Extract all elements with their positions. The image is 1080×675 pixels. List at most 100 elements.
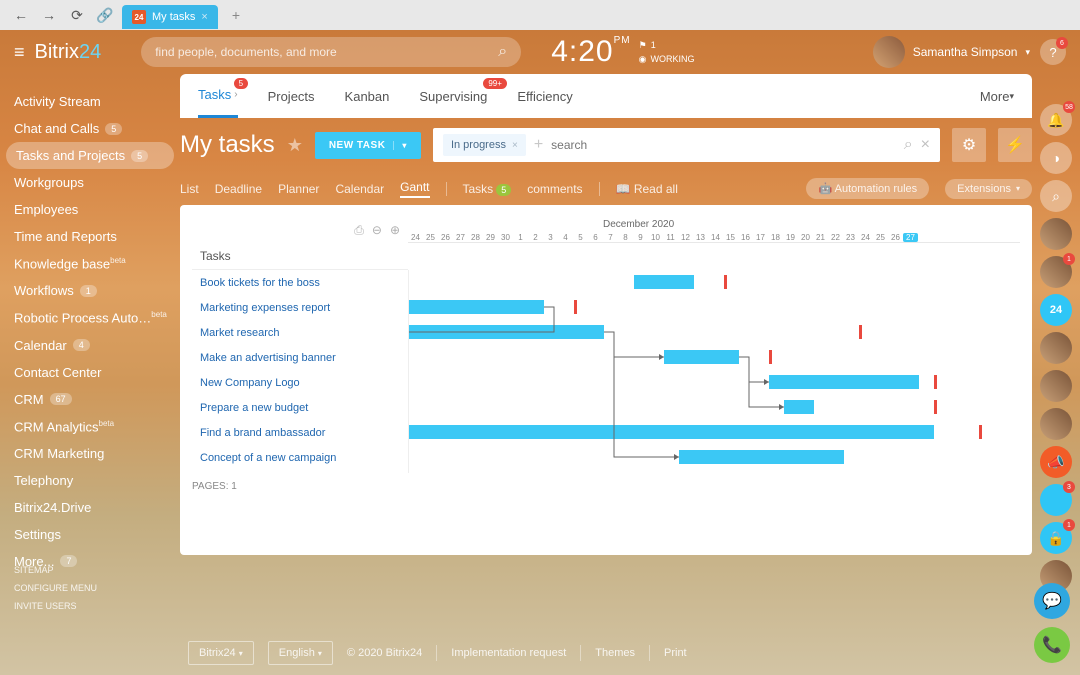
rail-contact-1[interactable] [1040, 218, 1072, 250]
new-task-button[interactable]: NEW TASK ▾ [315, 132, 421, 159]
clock-widget[interactable]: 4:20PM ⚑ 1 ◉ WORKING [551, 35, 694, 69]
clock-time: 4:20PM [551, 35, 630, 69]
day-cell: 7 [603, 233, 618, 242]
sidebar-item[interactable]: Settings [0, 521, 180, 548]
comments-filter[interactable]: comments [527, 182, 582, 196]
footer-language[interactable]: English ▾ [268, 641, 333, 665]
tab-close-icon[interactable]: × [201, 11, 207, 23]
new-tab-icon[interactable]: + [232, 7, 240, 23]
footer-link[interactable]: Print [664, 647, 687, 659]
extensions-button[interactable]: Extensions ▾ [945, 179, 1032, 199]
rail-chat-icon[interactable]: ◑ [1040, 142, 1072, 174]
task-row[interactable]: Marketing expenses report [192, 295, 408, 320]
day-cell: 12 [678, 233, 693, 242]
view-tab[interactable]: Gantt [400, 180, 429, 198]
zoom-in-icon[interactable]: ⊕ [390, 223, 400, 238]
footer-brand[interactable]: Bitrix24 ▾ [188, 641, 254, 665]
rail-search-icon[interactable]: ⌕ [1040, 180, 1072, 212]
task-row[interactable]: Make an advertising banner [192, 345, 408, 370]
rail-contact-4[interactable] [1040, 370, 1072, 402]
footer-link[interactable]: Themes [595, 647, 635, 659]
sidebar-footer-link[interactable]: INVITE USERS [14, 597, 97, 615]
filter-search-input[interactable] [551, 138, 896, 152]
day-cell: 30 [498, 233, 513, 242]
sidebar-item[interactable]: Contact Center [0, 359, 180, 386]
sidebar-item[interactable]: Knowledge basebeta [0, 250, 180, 277]
sidebar-item[interactable]: Time and Reports [0, 223, 180, 250]
zoom-out-icon[interactable]: ⊖ [372, 223, 382, 238]
sidebar-item[interactable]: Employees [0, 196, 180, 223]
chat-fab[interactable]: 💬 [1034, 583, 1070, 619]
hamburger-icon[interactable]: ≡ [14, 42, 25, 63]
section-tab[interactable]: Tasks›5 [198, 74, 238, 118]
footer-link[interactable]: Implementation request [451, 647, 566, 659]
view-tab[interactable]: Deadline [215, 182, 262, 196]
day-cell: 22 [828, 233, 843, 242]
print-icon[interactable]: ⎙ [354, 223, 364, 238]
user-menu[interactable]: Samantha Simpson ▾ [873, 36, 1030, 68]
section-tab[interactable]: Kanban [345, 74, 390, 118]
page-footer: Bitrix24 ▾ English ▾ © 2020 Bitrix24 Imp… [180, 631, 1032, 675]
global-search[interactable]: ⌕ [141, 37, 521, 67]
rail-lock-icon[interactable]: 🔒1 [1040, 522, 1072, 554]
chip-remove-icon[interactable]: × [512, 140, 518, 151]
sidebar-footer-link[interactable]: SITEMAP [14, 561, 97, 579]
sidebar-item[interactable]: CRM Marketing [0, 440, 180, 467]
new-task-dropdown-icon[interactable]: ▾ [393, 141, 407, 150]
search-icon[interactable]: ⌕ [498, 43, 507, 61]
gantt-chart[interactable] [408, 270, 1020, 473]
clear-filter-icon[interactable]: × [921, 136, 930, 154]
tabs-more[interactable]: More ▾ [980, 74, 1014, 118]
task-row[interactable]: Concept of a new campaign [192, 445, 408, 470]
day-cell: 26 [438, 233, 453, 242]
global-search-input[interactable] [155, 45, 498, 59]
task-row[interactable]: Find a brand ambassador [192, 420, 408, 445]
tasks-filter[interactable]: Tasks5 [463, 182, 512, 196]
automation-rules-button[interactable]: 🤖 Automation rules [806, 178, 929, 199]
rail-contact-5[interactable] [1040, 408, 1072, 440]
search-icon[interactable]: ⌕ [904, 136, 913, 154]
sidebar-item[interactable]: Workflows1 [0, 277, 180, 304]
bolt-button[interactable]: ⚡ [998, 128, 1032, 162]
help-button[interactable]: ?6 [1040, 39, 1066, 65]
browser-tab[interactable]: 24 My tasks × [122, 5, 218, 29]
section-tab[interactable]: Efficiency [517, 74, 572, 118]
view-tab[interactable]: List [180, 182, 199, 196]
task-row[interactable]: Prepare a new budget [192, 395, 408, 420]
sidebar-item[interactable]: Calendar4 [0, 332, 180, 359]
section-tab[interactable]: Supervising99+ [419, 74, 487, 118]
sidebar-footer-link[interactable]: CONFIGURE MENU [14, 579, 97, 597]
rail-24-icon[interactable]: 24 [1040, 294, 1072, 326]
link-icon[interactable]: 🔗 [94, 4, 116, 26]
sidebar-item[interactable]: CRM67 [0, 386, 180, 413]
settings-button[interactable]: ⚙ [952, 128, 986, 162]
sidebar-item[interactable]: Telephony [0, 467, 180, 494]
forward-icon[interactable]: → [38, 4, 60, 26]
reload-icon[interactable]: ⟳ [66, 4, 88, 26]
read-all[interactable]: 📖 Read all [616, 182, 678, 196]
task-row[interactable]: Book tickets for the boss [192, 270, 408, 295]
view-tab[interactable]: Planner [278, 182, 319, 196]
sidebar-item[interactable]: Robotic Process Auto…beta [0, 304, 180, 331]
add-filter-icon[interactable]: + [534, 136, 543, 154]
rail-contact-2[interactable]: 1 [1040, 256, 1072, 288]
section-tab[interactable]: Projects [268, 74, 315, 118]
task-row[interactable]: Market research [192, 320, 408, 345]
view-tab[interactable]: Calendar [335, 182, 384, 196]
sidebar-item[interactable]: Activity Stream [0, 88, 180, 115]
sidebar-item[interactable]: Workgroups [0, 169, 180, 196]
sidebar-item[interactable]: Tasks and Projects5 [6, 142, 174, 169]
sidebar-item[interactable]: Chat and Calls5 [0, 115, 180, 142]
back-icon[interactable]: ← [10, 4, 32, 26]
favorite-star-icon[interactable]: ★ [287, 135, 303, 156]
call-fab[interactable]: 📞 [1034, 627, 1070, 663]
task-row[interactable]: New Company Logo [192, 370, 408, 395]
bell-icon[interactable]: 🔔58 [1040, 104, 1072, 136]
sidebar-item[interactable]: CRM Analyticsbeta [0, 413, 180, 440]
sidebar-item[interactable]: Bitrix24.Drive [0, 494, 180, 521]
filter-search[interactable]: In progress× + ⌕ × [433, 128, 940, 162]
filter-chip[interactable]: In progress× [443, 134, 526, 156]
rail-megaphone-icon[interactable]: 📣 [1040, 446, 1072, 478]
rail-contact-6[interactable]: 3 [1040, 484, 1072, 516]
rail-contact-3[interactable] [1040, 332, 1072, 364]
